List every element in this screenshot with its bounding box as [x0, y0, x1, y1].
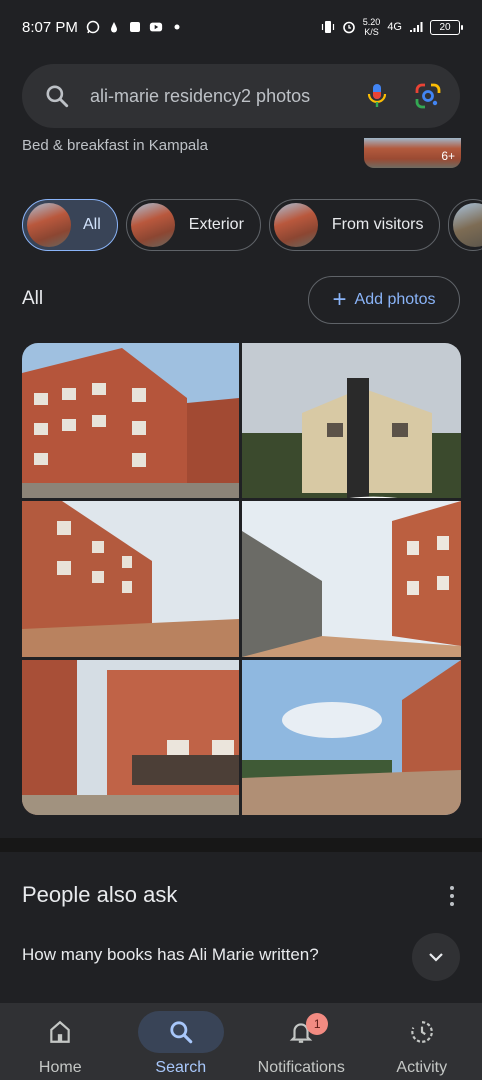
photo-2[interactable]	[242, 343, 461, 498]
photo-filter-chips: All Exterior From visitors	[22, 199, 482, 251]
paa-question[interactable]: How many books has Ali Marie written?	[22, 945, 319, 965]
nav-label: Home	[38, 1059, 82, 1076]
drop-icon	[110, 22, 117, 33]
add-photos-label: Add photos	[354, 291, 436, 308]
status-bar: 8:07 PM 5.20 K/S 4G 20	[0, 0, 482, 54]
nav-icon-container: 1	[258, 1011, 344, 1053]
nav-activity[interactable]: Activity	[362, 1003, 482, 1080]
nav-label: Search	[155, 1059, 207, 1076]
chip-thumbnail	[273, 203, 318, 247]
notification-badge: 1	[306, 1013, 329, 1035]
chip-label: Exterior	[188, 216, 244, 233]
net-speed: 5.20 K/S	[363, 17, 381, 37]
section-divider	[0, 838, 482, 852]
photo-5[interactable]	[22, 660, 239, 815]
dot-icon	[174, 24, 180, 30]
alarm-icon	[342, 21, 355, 34]
net-speed-unit: K/S	[364, 27, 379, 37]
plus-icon: +	[332, 286, 347, 313]
place-subtitle: Bed & breakfast in Kampala	[22, 137, 208, 154]
chip-thumbnail	[130, 203, 175, 247]
photo-grid	[22, 343, 461, 815]
chip-more[interactable]	[448, 199, 482, 251]
photo-1[interactable]	[22, 343, 239, 498]
search-bar[interactable]: ali-marie residency2 photos	[22, 64, 460, 128]
chip-exterior[interactable]: Exterior	[125, 199, 261, 251]
photo-3[interactable]	[22, 501, 239, 657]
battery-level: 20	[439, 21, 451, 33]
home-icon	[50, 1020, 70, 1043]
chevron-down-icon	[429, 953, 443, 962]
status-right-icons: 5.20 K/S 4G 20	[321, 17, 463, 37]
activity-icon	[411, 1021, 433, 1043]
expand-button[interactable]	[412, 933, 460, 981]
search-icon	[46, 85, 69, 108]
nav-icon-container	[17, 1011, 103, 1053]
photo-6[interactable]	[242, 660, 461, 815]
network-type: 4G	[387, 21, 402, 33]
photo-4[interactable]	[242, 501, 461, 657]
more-photos-thumbnail[interactable]: 6+	[364, 138, 461, 168]
add-photos-button[interactable]: + Add photos	[308, 276, 460, 324]
nav-label: Activity	[396, 1059, 448, 1076]
nav-home[interactable]: Home	[0, 1003, 121, 1080]
chip-label: From visitors	[331, 216, 424, 233]
nav-search[interactable]: Search	[121, 1003, 242, 1080]
nav-icon-container	[379, 1011, 465, 1053]
youtube-icon	[149, 22, 162, 32]
section-title: All	[22, 288, 44, 309]
google-lens-icon[interactable]	[414, 82, 442, 110]
status-left-icons	[86, 20, 184, 34]
battery-icon: 20	[430, 19, 463, 35]
panorama-icon	[350, 496, 397, 498]
search-icon	[170, 1021, 193, 1044]
signal-icon	[410, 22, 423, 32]
search-query[interactable]: ali-marie residency2 photos	[90, 86, 364, 107]
more-photos-count: 6+	[441, 149, 455, 163]
people-also-ask-title: People also ask	[22, 882, 178, 907]
chip-from-visitors[interactable]: From visitors	[268, 199, 441, 251]
net-speed-value: 5.20	[362, 17, 381, 27]
chip-label: All	[83, 216, 101, 233]
more-options-icon[interactable]	[446, 884, 458, 908]
microphone-icon[interactable]	[364, 81, 390, 111]
nav-icon-container	[137, 1011, 224, 1053]
whatsapp-icon	[86, 20, 100, 34]
nav-label: Notifications	[257, 1059, 345, 1076]
nav-notifications[interactable]: 1 Notifications	[241, 1003, 362, 1080]
bottom-navigation: Home Search 1 Notifications Activity	[0, 1003, 482, 1080]
status-time: 8:07 PM	[22, 18, 78, 36]
vibrate-icon	[321, 21, 334, 33]
chip-thumbnail	[453, 203, 482, 247]
app-icon	[129, 22, 140, 32]
chip-thumbnail	[27, 203, 71, 247]
chip-all[interactable]: All	[22, 199, 118, 251]
